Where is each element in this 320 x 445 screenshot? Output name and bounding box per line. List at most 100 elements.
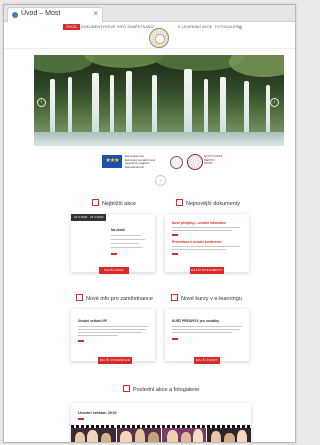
- water-pool: [34, 132, 284, 146]
- document-title[interactable]: Nové předpisy – úvodní informace: [172, 221, 226, 225]
- more-events-button[interactable]: DALŠÍ AKCE: [99, 267, 129, 274]
- film-strip: [71, 425, 116, 428]
- camera-icon: [123, 385, 130, 392]
- person: [101, 433, 111, 442]
- tab-title: Úvod – Most: [21, 10, 61, 17]
- accent-line: [78, 340, 84, 342]
- eu-text-line: Operační program Zaměstnanost: [125, 161, 150, 169]
- person: [135, 429, 145, 442]
- text-line: [78, 332, 142, 333]
- section-title: Nejbližší akce: [102, 201, 136, 207]
- text-line: [78, 335, 118, 336]
- scroll-down-icon[interactable]: ⌄: [155, 175, 166, 186]
- gallery-photo[interactable]: [71, 425, 116, 442]
- eu-flag-logo: ★★★: [102, 155, 122, 168]
- elearning-card[interactable]: KURZ PŘEDPISY pro nováčky: [165, 309, 249, 361]
- document-icon: [176, 199, 183, 206]
- section-heading-elearning: Nové kurzy v e-learningu: [171, 294, 242, 302]
- document-title[interactable]: Prezentace k úvodní konferenci: [172, 240, 221, 244]
- person: [211, 431, 221, 442]
- info-title: Úvodní setkání NP: [78, 319, 107, 323]
- person: [87, 430, 98, 442]
- gallery-album-title: Úvodní setkání 2019: [78, 410, 117, 415]
- nav-item-dokumenty[interactable]: DOKUMENTY: [81, 25, 105, 29]
- accent-line: [78, 418, 84, 420]
- more-courses-button[interactable]: DALŠÍ KURZY: [194, 357, 220, 364]
- browser-tab[interactable]: Úvod – Most ×: [7, 7, 103, 22]
- film-strip: [162, 425, 206, 428]
- text-line: [172, 332, 232, 333]
- favicon-icon: [12, 12, 18, 18]
- section-title: Nejnovější dokumenty: [186, 201, 241, 207]
- text-line: [172, 329, 240, 330]
- section-title: Nové kurzy v e-learningu: [181, 296, 242, 302]
- event-date-badge: 21.4.2020 · 21.4.2020: [71, 214, 107, 221]
- waterfall: [92, 73, 99, 141]
- documents-card[interactable]: Nové předpisy – úvodní informace Prezent…: [165, 214, 249, 272]
- browser-window: Úvod – Most × ÚVOD DOKUMENTY NOVÉ INFO Z…: [3, 4, 296, 443]
- text-line: [111, 243, 139, 244]
- more-info-button[interactable]: DALŠÍ INFORMACE: [98, 357, 132, 364]
- person: [120, 431, 132, 442]
- gallery-photo[interactable]: [117, 425, 161, 442]
- nav-item-fotogalerie[interactable]: FOTOGALERIE: [215, 25, 242, 29]
- accent-line: [172, 234, 178, 236]
- text-line: [172, 227, 240, 228]
- text-line: [172, 230, 232, 231]
- waterfall: [50, 79, 55, 139]
- accent-line: [111, 253, 117, 255]
- nav-item-akce[interactable]: AKCE: [202, 25, 212, 29]
- info-icon: [76, 294, 83, 301]
- section-heading-gallery: Poslední akce a fotogalerie: [123, 385, 199, 393]
- text-line: [172, 326, 242, 327]
- person: [224, 433, 235, 442]
- person: [167, 430, 178, 442]
- section-heading-employee-info: Nové info pro zaměstnance: [76, 294, 153, 302]
- person: [193, 429, 203, 442]
- waterfall: [68, 77, 72, 139]
- person: [75, 432, 85, 442]
- text-line: [111, 235, 141, 236]
- film-strip: [207, 425, 251, 428]
- text-line: [78, 326, 148, 327]
- text-line: [172, 246, 240, 247]
- film-strip: [117, 425, 161, 428]
- gallery-photo[interactable]: [207, 425, 251, 442]
- text-line: [78, 329, 146, 330]
- course-icon: [171, 294, 178, 301]
- close-tab-icon[interactable]: ×: [93, 9, 98, 18]
- gallery-photo[interactable]: [162, 425, 206, 442]
- text-line: [111, 239, 145, 240]
- section-title: Poslední akce a fotogalerie: [133, 387, 200, 393]
- employee-info-card[interactable]: Úvodní setkání NP: [71, 309, 155, 361]
- city-seal-icon: [187, 154, 203, 170]
- carousel-next-icon[interactable]: ›: [270, 98, 279, 107]
- nav-item-nove-info[interactable]: NOVÉ INFO ZAMĚSTNANCI: [105, 25, 155, 29]
- text-line: [172, 249, 226, 250]
- section-heading-events: Nejbližší akce: [92, 199, 136, 207]
- calendar-icon: [92, 199, 99, 206]
- person: [237, 430, 247, 442]
- foliage: [84, 55, 164, 68]
- section-title: Nové info pro zaměstnance: [86, 296, 153, 302]
- carousel-prev-icon[interactable]: ‹: [37, 98, 46, 107]
- waterfall: [184, 69, 192, 141]
- city-seal-text: STATUTÁRNÍ MĚSTO MOST: [204, 154, 232, 166]
- person: [148, 432, 159, 442]
- eu-logo-text: Evropská unie Evropský sociální fond Ope…: [125, 154, 165, 169]
- waterfall: [126, 71, 132, 141]
- site-logo[interactable]: [149, 28, 169, 48]
- tab-bar: Úvod – Most ×: [4, 5, 295, 22]
- search-icon[interactable]: Q: [239, 25, 242, 30]
- accent-line: [172, 253, 178, 255]
- foliage: [229, 55, 284, 77]
- event-title: Na úřadě: [111, 228, 126, 232]
- more-documents-button[interactable]: DALŠÍ DOKUMENTY: [190, 267, 224, 274]
- seal-text-line: MOST: [204, 161, 213, 166]
- event-card[interactable]: 21.4.2020 · 21.4.2020 Na úřadě: [71, 214, 155, 272]
- nav-item-uvod[interactable]: ÚVOD: [63, 24, 80, 30]
- hero-image-waterfalls: [34, 55, 284, 146]
- person: [181, 432, 191, 442]
- partner-seal-icon: [170, 156, 183, 169]
- nav-item-e-learning[interactable]: E-LEARNING: [178, 25, 201, 29]
